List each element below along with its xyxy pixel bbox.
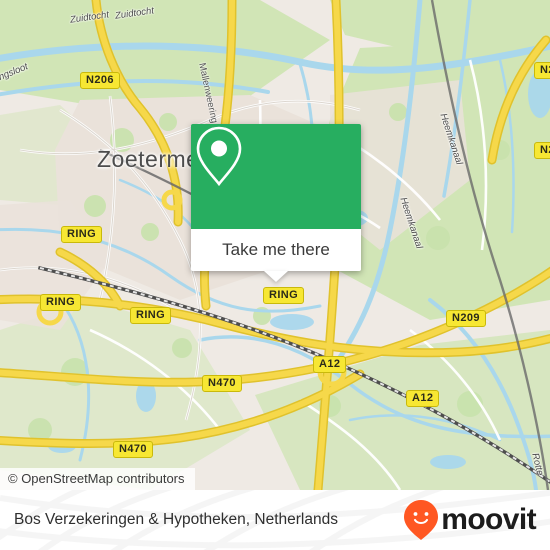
road-shield[interactable]: N206 <box>80 72 120 89</box>
road-shield[interactable]: RING <box>130 307 172 324</box>
road-shield[interactable]: A12 <box>406 390 440 407</box>
road-shield[interactable]: N470 <box>202 375 242 392</box>
road-shield[interactable]: RING <box>40 294 82 311</box>
moovit-brand[interactable]: moovit <box>404 500 537 540</box>
osm-attribution[interactable]: © OpenStreetMap contributors <box>0 468 195 490</box>
road-shield[interactable]: N2 <box>534 142 550 159</box>
moovit-pin-smiley-icon <box>404 500 439 540</box>
road-shield[interactable]: N209 <box>446 310 486 327</box>
road-shield[interactable]: RING <box>61 226 103 243</box>
road-shield[interactable]: N2 <box>534 62 550 79</box>
map-pin-icon <box>196 126 242 187</box>
take-me-there-label: Take me there <box>222 240 330 259</box>
road-shield[interactable]: RING <box>263 287 305 304</box>
popup-pointer-tail <box>264 271 288 282</box>
map-canvas[interactable]: Zuidtocht Zuidtocht ingsloot Heemkanaal … <box>0 0 550 490</box>
popup-image-area <box>191 124 361 229</box>
screenshot-root: Zuidtocht Zuidtocht ingsloot Heemkanaal … <box>0 0 550 550</box>
location-popup-card[interactable]: Take me there <box>191 124 361 282</box>
moovit-wordmark: moovit <box>441 503 536 536</box>
road-shield[interactable]: A12 <box>313 356 347 373</box>
popup-cta-area[interactable]: Take me there <box>191 229 361 282</box>
road-shield[interactable]: N470 <box>113 441 153 458</box>
page-title: Bos Verzekeringen & Hypotheken, Netherla… <box>14 511 338 528</box>
footer-bar: Bos Verzekeringen & Hypotheken, Netherla… <box>0 490 550 550</box>
